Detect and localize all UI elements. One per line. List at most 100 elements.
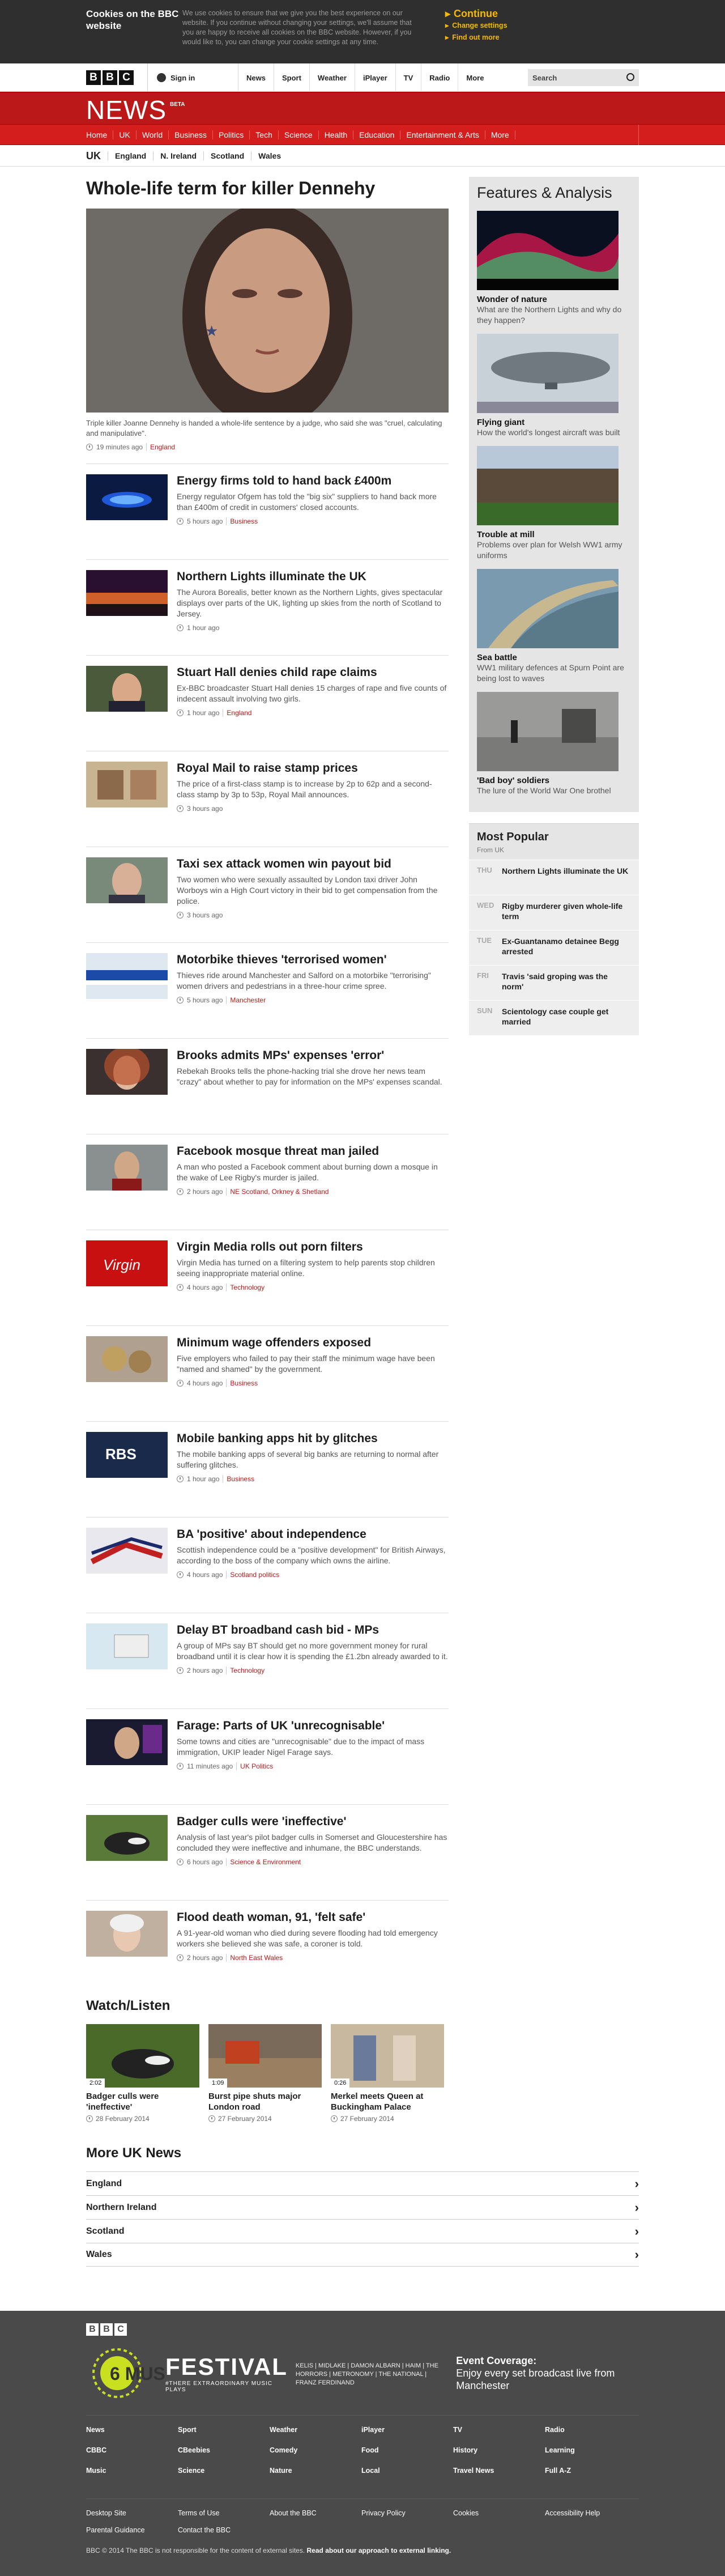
footer-link[interactable]: Comedy: [270, 2446, 361, 2454]
news-nav-item[interactable]: More: [485, 130, 515, 139]
stuart-hall-image[interactable]: [86, 666, 168, 712]
story-tag[interactable]: NE Scotland, Orkney & Shetland: [226, 1188, 329, 1196]
story-tag[interactable]: Technology: [226, 1283, 265, 1291]
story-title[interactable]: Flood death woman, 91, 'felt safe': [177, 1911, 449, 1924]
story-title[interactable]: Taxi sex attack women win payout bid: [177, 857, 449, 871]
badger-image[interactable]: [86, 1815, 168, 1861]
watch-item[interactable]: 2:02 Badger culls were 'ineffective' 28 Fe…: [86, 2024, 199, 2123]
burst-pipe-video-thumb[interactable]: 1:09: [208, 2024, 322, 2088]
footer-link[interactable]: Accessibility Help: [545, 2509, 637, 2517]
footer-link[interactable]: TV: [453, 2426, 545, 2434]
story-tag[interactable]: Scotland politics: [226, 1571, 279, 1579]
story-tag[interactable]: Manchester: [226, 996, 266, 1004]
external-linking-link[interactable]: Read about our approach to external link…: [307, 2547, 451, 2554]
news-nav-item[interactable]: Science: [279, 130, 319, 139]
watch-item[interactable]: 1:09 Burst pipe shuts major London road 27…: [208, 2024, 322, 2123]
most-popular-title[interactable]: Ex-Guantanamo detainee Begg arrested: [502, 936, 631, 959]
virgin-logo-image[interactable]: Virgin: [86, 1240, 168, 1286]
farage-image[interactable]: [86, 1719, 168, 1765]
story-item[interactable]: Taxi sex attack women win payout bid Two …: [86, 847, 449, 930]
search-input[interactable]: Search: [528, 69, 639, 86]
global-nav-item[interactable]: News: [238, 63, 274, 92]
woman-portrait-image[interactable]: [86, 1911, 168, 1957]
more-uk-link[interactable]: Scotland ›: [86, 2219, 639, 2243]
watch-title[interactable]: Badger culls were 'ineffective': [86, 2091, 199, 2112]
badger-video-thumb[interactable]: 2:02: [86, 2024, 199, 2088]
feature-item[interactable]: Trouble at mill Problems over plan for We…: [477, 446, 631, 561]
cookie-change-settings-link[interactable]: ▸ Change settings: [445, 20, 508, 32]
spurn-point-image[interactable]: [477, 569, 619, 648]
more-uk-link[interactable]: Wales ›: [86, 2243, 639, 2267]
news-nav-item[interactable]: Health: [319, 130, 354, 139]
most-popular-title[interactable]: Scientology case couple get married: [502, 1006, 631, 1030]
mill-image[interactable]: [477, 446, 619, 525]
airship-image[interactable]: [477, 334, 619, 413]
feature-title[interactable]: Flying giant: [477, 418, 631, 427]
story-title[interactable]: Mobile banking apps hit by glitches: [177, 1432, 449, 1446]
footer-link[interactable]: Contact the BBC: [178, 2526, 270, 2534]
feature-item[interactable]: Flying giant How the world's longest airc…: [477, 334, 631, 438]
feature-title[interactable]: Wonder of nature: [477, 295, 631, 304]
story-tag[interactable]: England: [223, 709, 251, 717]
story-title[interactable]: Facebook mosque threat man jailed: [177, 1145, 449, 1158]
footer-link[interactable]: CBeebies: [178, 2446, 270, 2454]
story-title[interactable]: Badger culls were 'ineffective': [177, 1815, 449, 1829]
police-tape-image[interactable]: [86, 953, 168, 999]
story-item[interactable]: Badger culls were 'ineffective' Analysis …: [86, 1804, 449, 1888]
story-item[interactable]: BA 'positive' about independence Scottish…: [86, 1517, 449, 1600]
story-title[interactable]: Delay BT broadband cash bid - MPs: [177, 1623, 449, 1637]
footer-link[interactable]: CBBC: [86, 2446, 178, 2454]
footer-link[interactable]: Travel News: [453, 2467, 545, 2475]
story-item[interactable]: Stuart Hall denies child rape claims Ex-B…: [86, 655, 449, 738]
story-title[interactable]: BA 'positive' about independence: [177, 1528, 449, 1541]
more-uk-link[interactable]: Northern Ireland ›: [86, 2195, 639, 2219]
story-tag[interactable]: Business: [226, 1379, 258, 1387]
footer-link[interactable]: Local: [361, 2467, 453, 2475]
story-item[interactable]: Flood death woman, 91, 'felt safe' A 91-y…: [86, 1900, 449, 1983]
story-tag[interactable]: Technology: [226, 1667, 265, 1674]
footer-link[interactable]: Weather: [270, 2426, 361, 2434]
footer-link[interactable]: Sport: [178, 2426, 270, 2434]
more-uk-link[interactable]: England ›: [86, 2171, 639, 2195]
story-title[interactable]: Northern Lights illuminate the UK: [177, 570, 449, 584]
bbc-logo[interactable]: BBC: [86, 70, 134, 85]
most-popular-item[interactable]: WED Rigby murderer given whole-life term: [469, 895, 639, 930]
story-tag[interactable]: Business: [223, 1475, 254, 1483]
global-nav-item[interactable]: Radio: [421, 63, 458, 92]
feature-title[interactable]: Sea battle: [477, 653, 631, 662]
story-item[interactable]: Virgin Virgin Media rolls out porn filter…: [86, 1230, 449, 1313]
news-logo[interactable]: NEWS: [86, 97, 167, 123]
story-item[interactable]: Delay BT broadband cash bid - MPs A group…: [86, 1613, 449, 1696]
story-title[interactable]: Virgin Media rolls out porn filters: [177, 1240, 449, 1254]
cookie-find-out-more-link[interactable]: ▸ Find out more: [445, 32, 508, 44]
story-item[interactable]: Farage: Parts of UK 'unrecognisable' Some…: [86, 1708, 449, 1792]
sign-in-link[interactable]: Sign in: [147, 63, 238, 92]
global-nav-item[interactable]: Sport: [273, 63, 309, 92]
footer-link[interactable]: Science: [178, 2467, 270, 2475]
cookie-continue-button[interactable]: ▸ Continue: [445, 8, 508, 20]
story-tag[interactable]: North East Wales: [226, 1954, 283, 1962]
rebekah-brooks-image[interactable]: [86, 1049, 168, 1095]
global-nav-item[interactable]: Weather: [309, 63, 355, 92]
news-nav-item[interactable]: Tech: [250, 130, 279, 139]
story-item[interactable]: Minimum wage offenders exposed Five emplo…: [86, 1325, 449, 1409]
most-popular-item[interactable]: THU Northern Lights illuminate the UK: [469, 860, 639, 895]
story-title[interactable]: Farage: Parts of UK 'unrecognisable': [177, 1719, 449, 1733]
news-nav-item[interactable]: UK: [113, 130, 137, 139]
gas-flame-image[interactable]: [86, 474, 168, 520]
story-item[interactable]: Facebook mosque threat man jailed A man w…: [86, 1134, 449, 1217]
news-nav-item[interactable]: Business: [169, 130, 213, 139]
footer-link[interactable]: iPlayer: [361, 2426, 453, 2434]
subnav-item[interactable]: N. Ireland: [153, 151, 203, 160]
footer-link[interactable]: Food: [361, 2446, 453, 2454]
festival-promo[interactable]: 6 MUSIC FESTIVAL #THERE EXTRAORDINARY MU…: [86, 2345, 639, 2401]
global-nav-item[interactable]: iPlayer: [354, 63, 395, 92]
news-nav-item[interactable]: Politics: [213, 130, 250, 139]
story-item[interactable]: Energy firms told to hand back £400m Ener…: [86, 464, 449, 547]
most-popular-title[interactable]: Rigby murderer given whole-life term: [502, 901, 631, 924]
story-title[interactable]: Royal Mail to raise stamp prices: [177, 762, 449, 775]
most-popular-title[interactable]: Northern Lights illuminate the UK: [502, 866, 628, 889]
footer-link[interactable]: Full A-Z: [545, 2467, 637, 2475]
story-item[interactable]: Royal Mail to raise stamp prices The pric…: [86, 751, 449, 834]
footer-link[interactable]: Radio: [545, 2426, 637, 2434]
